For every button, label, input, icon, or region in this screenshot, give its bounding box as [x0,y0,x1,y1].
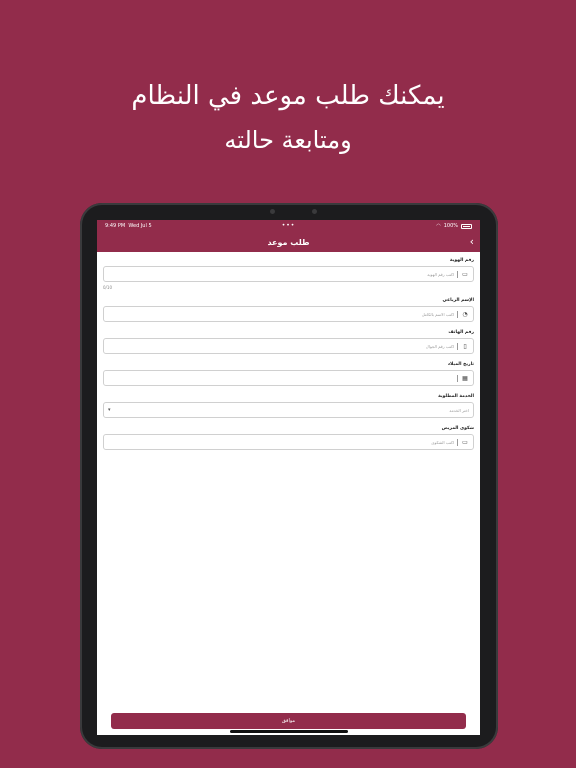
nav-bar: طلب موعد ‹ [97,232,480,252]
birthdate-input[interactable]: ▦ [103,370,474,386]
status-right: ◠ 100% [436,223,472,229]
battery-level: 100% [443,223,458,229]
input-separator [457,374,458,382]
birthdate-field: تاريخ الميلاد ▦ [103,362,474,386]
multitask-dots[interactable]: ••• [282,222,296,229]
service-label: الخدمة المطلوبة [438,394,474,399]
input-separator [457,310,458,318]
page-title: طلب موعد [267,237,310,247]
service-field: الخدمة المطلوبة اختر الخدمة ▾ [103,394,474,418]
headline-line-2: ومتابعة حالته [224,126,352,154]
app-screen: 9:49 PM Wed Jul 5 ••• ◠ 100% طلب موعد ‹ … [97,220,480,735]
input-separator [457,342,458,350]
full-name-input[interactable]: ◔ اكتب الاسم بالكامل [103,306,474,322]
service-placeholder: اختر الخدمة [449,407,469,413]
id-number-input[interactable]: ▭ اكتب رقم الهوية [103,266,474,282]
appointment-form: رقم الهوية ▭ اكتب رقم الهوية 0/10 الإسم … [97,252,480,450]
phone-input[interactable]: ▯ اكتب رقم الجوال [103,338,474,354]
complaint-label: شكوى المريض [441,426,474,431]
status-bar: 9:49 PM Wed Jul 5 ••• ◠ 100% [97,220,480,232]
status-time: 9:49 PM Wed Jul 5 [105,223,152,229]
calendar-icon: ▦ [462,374,468,382]
complaint-input[interactable]: ▭ اكتب الشكوى [103,434,474,450]
headline-line-1: يمكنك طلب موعد في النظام [131,81,445,111]
id-number-field: رقم الهوية ▭ اكتب رقم الهوية 0/10 [103,258,474,290]
id-number-counter: 0/10 [103,285,112,290]
service-select[interactable]: اختر الخدمة ▾ [103,402,474,418]
full-name-label: الإسم الرباعي [442,298,474,303]
id-number-placeholder: اكتب رقم الهوية [427,271,454,277]
camera-dot [312,209,317,214]
id-card-icon: ▭ [462,270,468,278]
submit-button[interactable]: موافق [111,713,466,729]
full-name-field: الإسم الرباعي ◔ اكتب الاسم بالكامل [103,298,474,322]
phone-icon: ▯ [463,342,467,350]
promo-headline: يمكنك طلب موعد في النظام ومتابعة حالته [0,76,576,160]
person-icon: ◔ [462,310,468,318]
tablet-frame: 9:49 PM Wed Jul 5 ••• ◠ 100% طلب موعد ‹ … [80,203,498,749]
wifi-icon: ◠ [436,223,441,229]
chevron-down-icon: ▾ [108,407,111,413]
full-name-placeholder: اكتب الاسم بالكامل [421,311,454,317]
complaint-field: شكوى المريض ▭ اكتب الشكوى [103,426,474,450]
home-indicator [229,730,348,733]
id-number-label: رقم الهوية [449,258,474,263]
complaint-placeholder: اكتب الشكوى [431,439,454,445]
input-separator [457,438,458,446]
birthdate-label: تاريخ الميلاد [447,362,474,367]
camera-dot [270,209,275,214]
phone-placeholder: اكتب رقم الجوال [425,343,454,349]
chevron-left-icon[interactable]: ‹ [470,235,474,248]
phone-label: رقم الهاتف [448,330,474,335]
battery-icon [461,223,472,229]
phone-field: رقم الهاتف ▯ اكتب رقم الجوال [103,330,474,354]
input-separator [457,270,458,278]
monitor-icon: ▭ [462,438,468,446]
